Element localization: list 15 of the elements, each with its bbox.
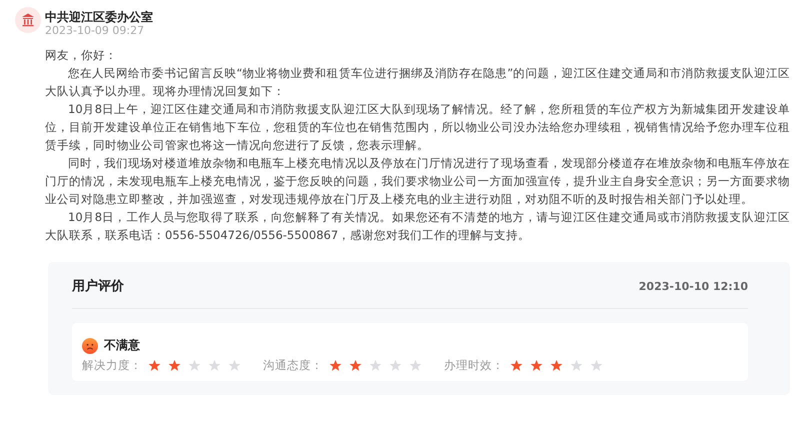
reply-time: 2023-10-09 09:27 [45,24,146,38]
reply-paragraph: 10月8日上午，迎江区住建交通局和市消防救援支队迎江区大队到现场了解情况。经了解，您所租赁的车位产权方为新城集团开发建设单位，目前开发建设单位正在销售地下车位，您租赁的车位也在销售范围内，所以物业公司没办法给您办理续租，视销售情况给予您办理车位租赁手续，同时物业公司管家也将这一情况向您进行了反馈，您表示理解。 [45,101,790,154]
rating-label: 沟通态度： [263,358,323,373]
greeting-text: 网友，你好： [45,47,118,64]
rating-label: 办理时效： [444,358,504,373]
sad-face-icon [82,338,98,354]
evaluation-time: 2023-10-10 12:10 [638,280,748,292]
author-name: 中共迎江区委办公室 [45,10,153,24]
bank-building-icon [15,7,41,33]
reply-paragraph: 您在人民网给市委书记留言反映“物业将物业费和租赁车位进行捆绑及消防存在隐患”的问题，迎江区住建交通局和市消防救援支队迎江区大队认真予以办理。现将办理情况回复如下： [45,65,790,100]
reply-paragraph: 10月8日，工作人员与您取得了联系，向您解释了有关情况。如果您还有不清楚的地方，请与迎江区住建交通局或市消防救援支队迎江区大队联系，联系电话：0556-5504726/0556-5500867，感谢您对我们工作的理解与支持。 [45,209,790,244]
reply-paragraph: 同时，我们现场对楼道堆放杂物和电瓶车上楼充电情况以及停放在门厅情况进行了现场查看，发现部分楼道存在堆放杂物和电瓶车停放在门厅的情况，未发现电瓶车上楼充电情况，鉴于您反映的问题，我们要求物业公司一方面加强宣传，提升业主自身安全意识；另一方面要求物业公司对隐患立即整改，并加强巡查，对发现违规停放在门厅及上楼充电的业主进行劝阻，对劝阻不听的及时报告相关部门予以处理。 [45,155,790,208]
rating-label: 解决力度： [82,358,142,373]
verdict-label: 不满意 [104,337,140,354]
section-title: 用户评价 [72,278,124,295]
